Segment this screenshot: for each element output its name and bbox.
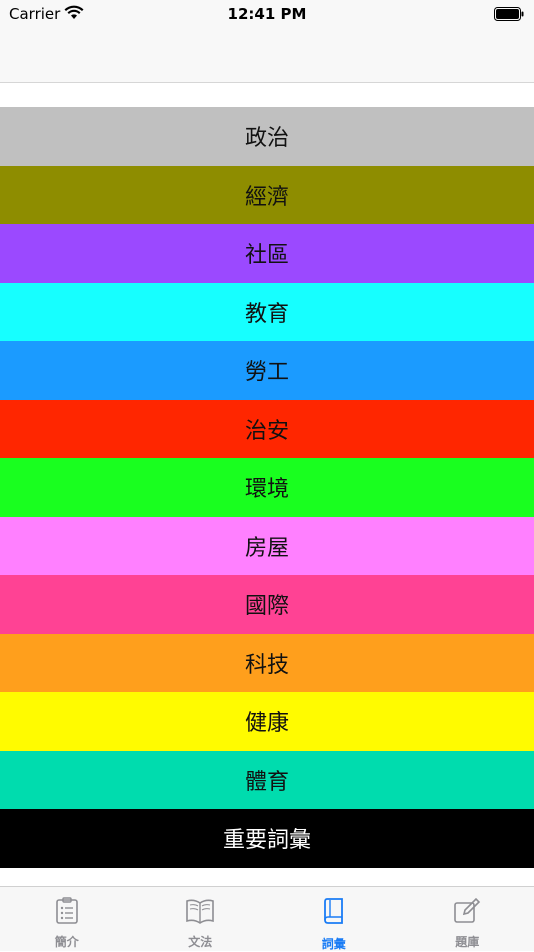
category-label: 經濟 <box>245 179 289 211</box>
category-row-5[interactable]: 治安 <box>0 400 534 459</box>
category-row-6[interactable]: 環境 <box>0 458 534 517</box>
category-label: 政治 <box>245 120 289 152</box>
category-label: 教育 <box>245 296 289 328</box>
category-row-9[interactable]: 科技 <box>0 634 534 693</box>
category-row-8[interactable]: 國際 <box>0 575 534 634</box>
tab-label: 題庫 <box>455 933 479 950</box>
category-row-12[interactable]: 重要詞彙 <box>0 809 534 868</box>
category-list: 政治經濟社區教育勞工治安環境房屋國際科技健康體育重要詞彙 <box>0 107 534 868</box>
category-label: 房屋 <box>245 530 289 562</box>
tab-bar: 簡介 文法 詞彙 題庫 <box>0 886 534 951</box>
category-row-1[interactable]: 經濟 <box>0 166 534 225</box>
battery-icon <box>494 6 524 25</box>
category-label: 健康 <box>245 705 289 737</box>
category-row-0[interactable]: 政治 <box>0 107 534 166</box>
open-book-icon <box>185 897 215 929</box>
status-bar: Carrier 12:41 PM <box>0 0 534 28</box>
category-label: 國際 <box>245 588 289 620</box>
tab-label: 簡介 <box>55 933 79 950</box>
tab-1[interactable]: 文法 <box>134 887 268 951</box>
status-time: 12:41 PM <box>0 5 534 23</box>
category-label: 科技 <box>245 647 289 679</box>
tab-0[interactable]: 簡介 <box>0 887 134 951</box>
tab-label: 文法 <box>188 933 212 950</box>
category-row-4[interactable]: 勞工 <box>0 341 534 400</box>
list-icon <box>54 897 80 929</box>
category-row-2[interactable]: 社區 <box>0 224 534 283</box>
category-row-11[interactable]: 體育 <box>0 751 534 810</box>
category-row-10[interactable]: 健康 <box>0 692 534 751</box>
tab-label: 詞彙 <box>322 935 346 952</box>
category-row-3[interactable]: 教育 <box>0 283 534 342</box>
tab-2[interactable]: 詞彙 <box>267 887 401 951</box>
book-icon <box>322 897 346 931</box>
edit-icon <box>453 897 481 929</box>
tab-3[interactable]: 題庫 <box>401 887 534 951</box>
navigation-bar <box>0 28 534 83</box>
category-label: 勞工 <box>245 354 289 386</box>
category-label: 體育 <box>245 764 289 796</box>
category-label: 治安 <box>245 413 289 445</box>
category-row-7[interactable]: 房屋 <box>0 517 534 576</box>
category-label: 社區 <box>245 237 289 269</box>
category-label: 重要詞彙 <box>223 822 311 854</box>
category-label: 環境 <box>245 471 289 503</box>
